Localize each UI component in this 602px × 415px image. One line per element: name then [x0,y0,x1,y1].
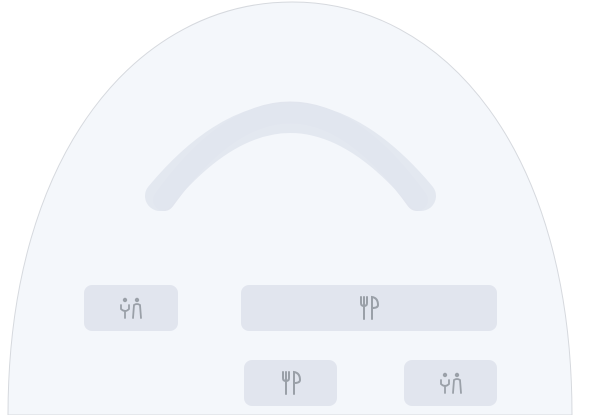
restroom-icon [117,296,145,320]
venue-outline [7,1,573,415]
dining-zone-small[interactable] [244,360,337,406]
dining-icon [280,370,302,396]
restroom-zone-left[interactable] [84,285,178,331]
restroom-zone-right[interactable] [404,360,497,406]
dining-icon [358,295,380,321]
dining-zone-wide[interactable] [241,285,497,331]
venue-map [0,0,602,415]
restroom-icon [437,371,465,395]
venue-floor [7,1,573,415]
